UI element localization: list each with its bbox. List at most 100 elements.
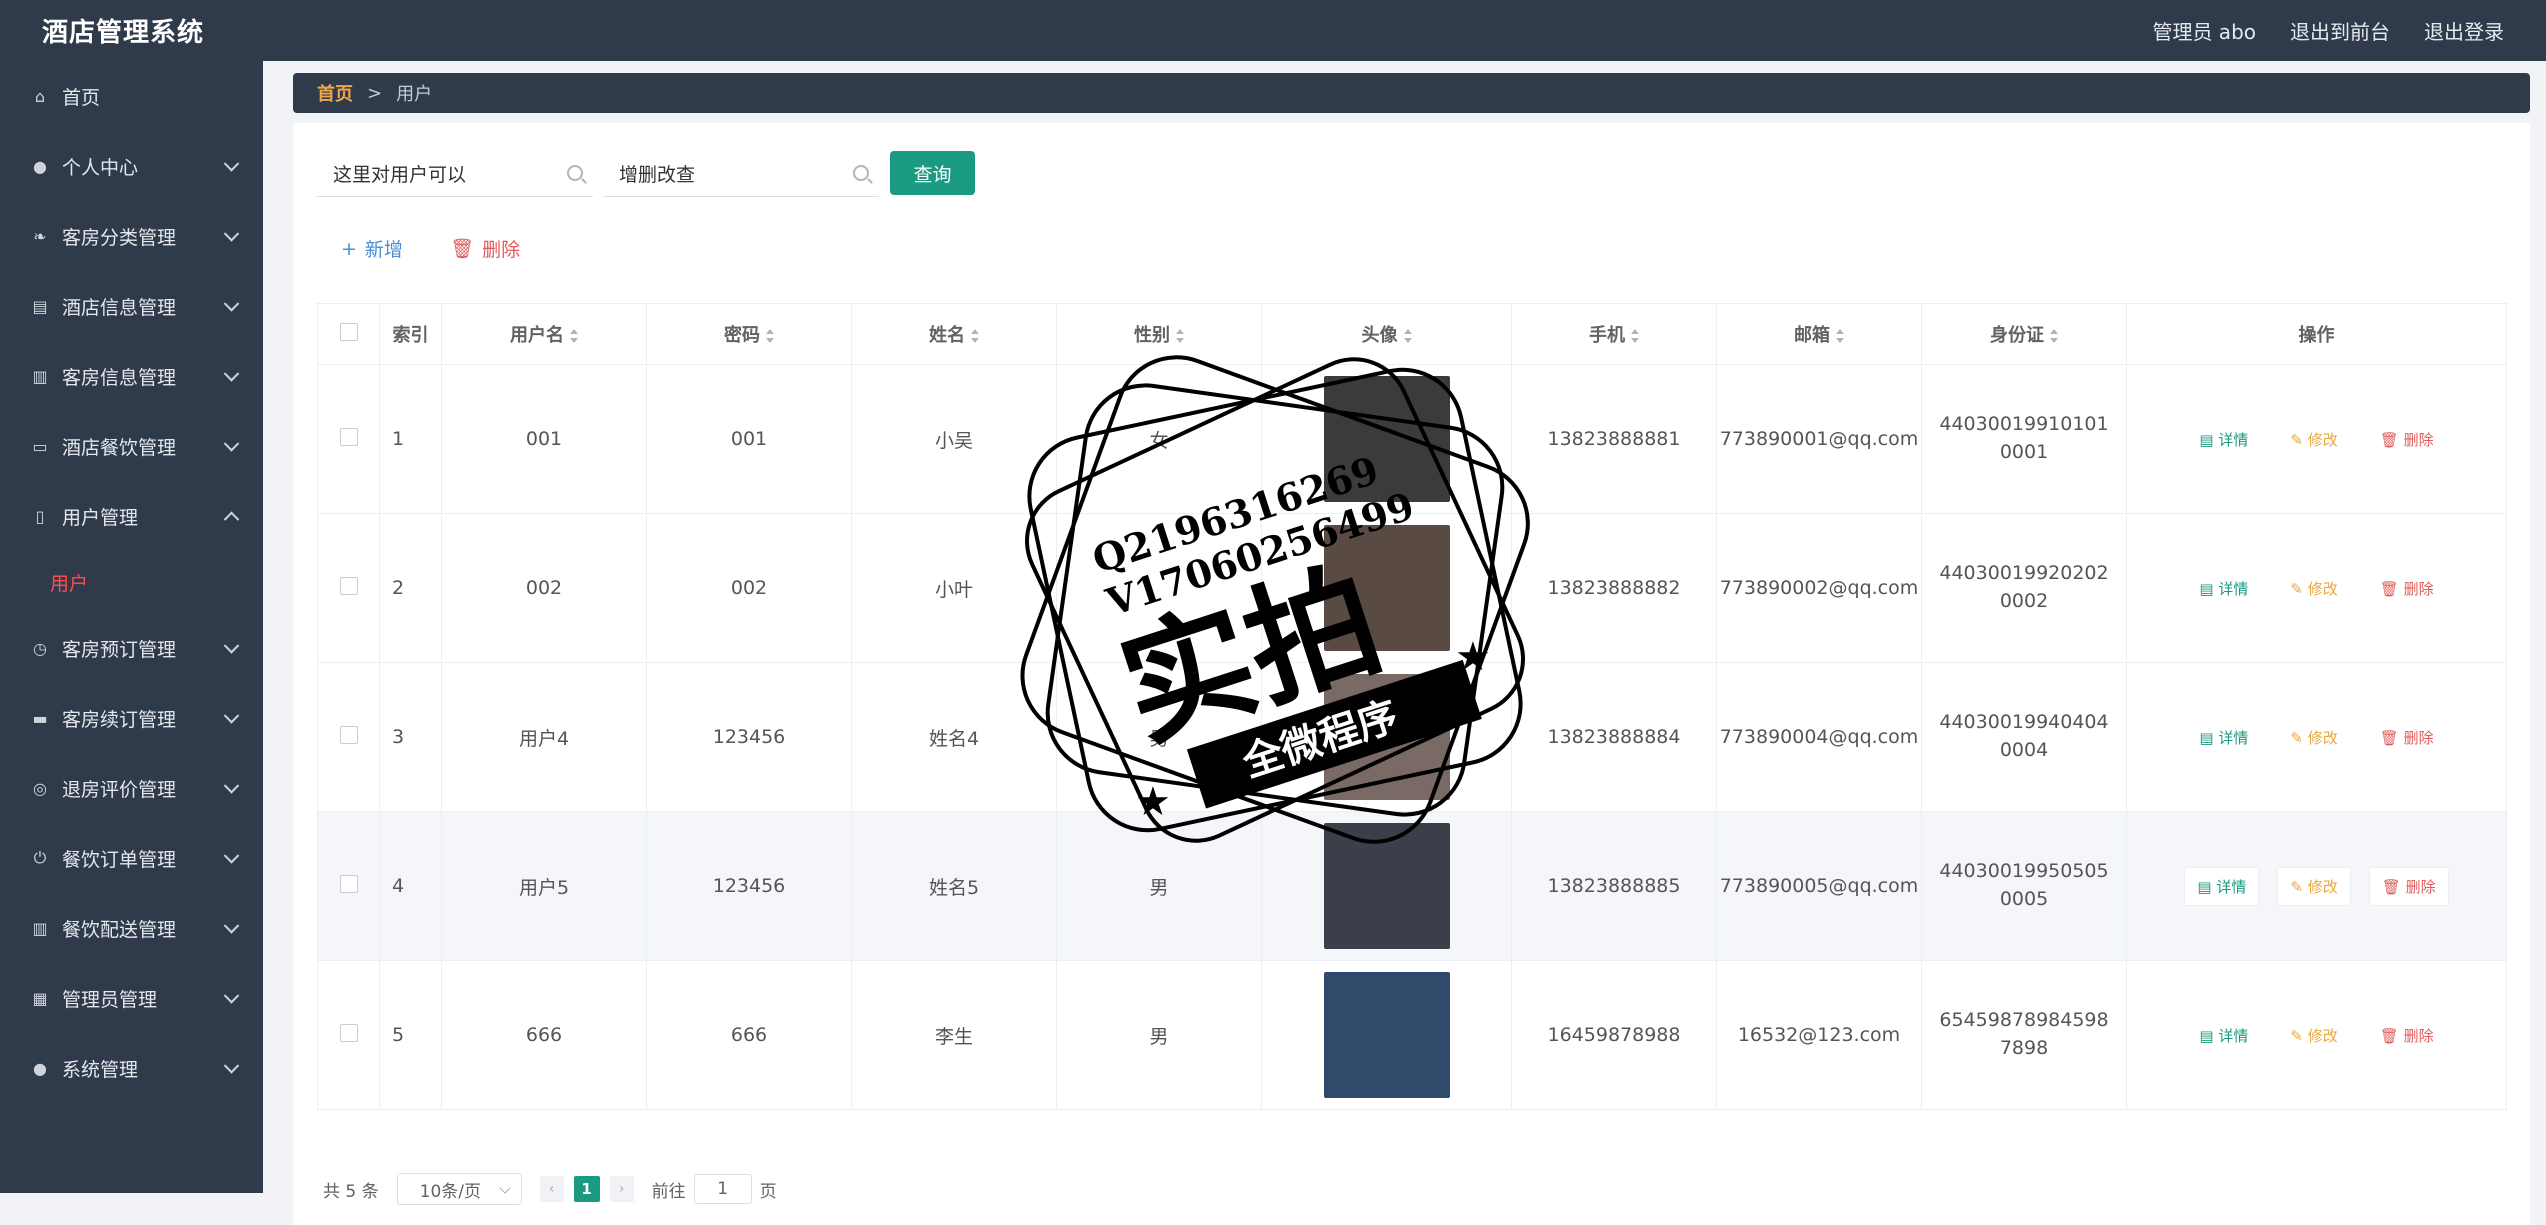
sidebar-item-admin-management[interactable]: ▦ 管理员管理 <box>0 963 263 1033</box>
delete-button[interactable]: 🗑 删除 <box>2368 866 2449 906</box>
breadcrumb-current: 用户 <box>396 84 433 105</box>
user-icon: ● <box>33 156 47 176</box>
edit-button[interactable]: ✎ 修改 <box>2277 866 2351 906</box>
chevron-down-icon <box>223 436 240 452</box>
sort-icon[interactable] <box>1176 329 1184 343</box>
add-button[interactable]: + 新增 <box>341 235 403 262</box>
sidebar-item-dining-orders[interactable]: ⏻ 餐饮订单管理 <box>0 823 263 893</box>
edit-button[interactable]: ✎ 修改 <box>2278 421 2349 458</box>
cell-actions: ▤ 详情 ✎ 修改 🗑 删除 <box>2126 513 2507 663</box>
next-page-button[interactable]: › <box>609 1176 634 1202</box>
row-checkbox[interactable] <box>339 1023 358 1042</box>
sort-icon[interactable] <box>1836 329 1844 343</box>
sidebar-item-hotel-info[interactable]: ▤ 酒店信息管理 <box>0 271 263 341</box>
logout-link[interactable]: 退出登录 <box>2424 16 2504 45</box>
col-gender[interactable]: 性别 <box>1056 303 1262 365</box>
detail-button[interactable]: ▤ 详情 <box>2187 719 2260 756</box>
batch-delete-button[interactable]: 🗑 删除 <box>450 235 520 262</box>
search-input-1[interactable]: 这里对用户可以 <box>317 151 593 197</box>
cell-email: 773890004@qq.com <box>1716 662 1922 812</box>
avatar[interactable] <box>1323 674 1450 800</box>
sidebar-item-dining[interactable]: ▭ 酒店餐饮管理 <box>0 411 263 481</box>
col-email[interactable]: 邮箱 <box>1716 303 1922 365</box>
sidebar-item-personal-center[interactable]: ● 个人中心 <box>0 131 263 201</box>
cell-password: 001 <box>646 364 852 514</box>
admin-user-label[interactable]: 管理员 abo <box>2152 16 2256 45</box>
sort-icon[interactable] <box>971 329 979 343</box>
sort-icon[interactable] <box>1403 329 1412 343</box>
sidebar-item-room-renewal[interactable]: ▬ 客房续订管理 <box>0 683 263 753</box>
sidebar-item-checkout-review[interactable]: ◎ 退房评价管理 <box>0 753 263 823</box>
sidebar-item-room-category[interactable]: ❧ 客房分类管理 <box>0 201 263 271</box>
col-password[interactable]: 密码 <box>646 303 852 365</box>
delete-button[interactable]: 🗑 删除 <box>2368 421 2446 458</box>
cell-actions: ▤ 详情 ✎ 修改 🗑 删除 <box>2126 960 2507 1110</box>
edit-button[interactable]: ✎ 修改 <box>2278 719 2349 756</box>
col-phone[interactable]: 手机 <box>1511 303 1717 365</box>
sort-icon[interactable] <box>766 329 774 343</box>
avatar[interactable] <box>1323 525 1450 651</box>
content-panel: 这里对用户可以 增删改查 查询 + 新增 🗑 删除 索引 用户名 密码 姓名 性… <box>293 123 2530 1225</box>
back-to-frontend-link[interactable]: 退出到前台 <box>2290 16 2390 45</box>
detail-button[interactable]: ▤ 详情 <box>2187 421 2260 458</box>
cell-avatar <box>1261 662 1512 812</box>
avatar[interactable] <box>1323 376 1450 502</box>
sidebar-item-dining-delivery[interactable]: ▥ 餐饮配送管理 <box>0 893 263 963</box>
cell-phone: 13823888884 <box>1511 662 1717 812</box>
sort-icon[interactable] <box>2050 329 2058 343</box>
cell-index: 2 <box>379 513 442 663</box>
page-nav: ‹ 1 › <box>539 1176 634 1202</box>
avatar[interactable] <box>1323 972 1450 1098</box>
edit-button[interactable]: ✎ 修改 <box>2278 1017 2349 1054</box>
sort-icon[interactable] <box>1631 329 1639 343</box>
page-number-current[interactable]: 1 <box>573 1176 600 1202</box>
delete-button[interactable]: 🗑 删除 <box>2368 570 2446 607</box>
cell-phone: 13823888881 <box>1511 364 1717 514</box>
search-input-2[interactable]: 增删改查 <box>603 151 879 197</box>
goto-page-input[interactable]: 1 <box>693 1174 752 1204</box>
submenu-item-users[interactable]: 用户 <box>0 551 263 613</box>
cell-avatar <box>1261 960 1512 1110</box>
select-all-checkbox[interactable] <box>339 322 358 341</box>
chevron-down-icon <box>223 366 240 382</box>
query-button[interactable]: 查询 <box>890 151 975 195</box>
cell-gender: 男 <box>1056 662 1262 812</box>
sidebar-item-home[interactable]: ⌂ 首页 <box>0 61 263 131</box>
detail-button[interactable]: ▤ 详情 <box>2187 1017 2260 1054</box>
row-checkbox[interactable] <box>339 576 358 595</box>
row-checkbox[interactable] <box>339 427 358 446</box>
col-avatar[interactable]: 头像 <box>1261 303 1512 365</box>
cell-idcard: 440300199404040004 <box>1921 662 2127 812</box>
cell-avatar <box>1261 811 1512 961</box>
col-username[interactable]: 用户名 <box>441 303 647 365</box>
col-index: 索引 <box>379 303 442 365</box>
table-row: 4 用户5 123456 姓名5 男 13823888885 773890005@qq.co… <box>317 811 2507 961</box>
sidebar-item-system[interactable]: ● 系统管理 <box>0 1033 263 1103</box>
sort-icon[interactable] <box>570 329 578 343</box>
detail-button[interactable]: ▤ 详情 <box>2184 866 2260 906</box>
sidebar-item-room-booking[interactable]: ◷ 客房预订管理 <box>0 613 263 683</box>
col-name[interactable]: 姓名 <box>851 303 1057 365</box>
home-icon: ⌂ <box>34 86 46 106</box>
trash-icon: 🗑 <box>450 238 475 260</box>
cell-email: 773890005@qq.com <box>1716 811 1922 961</box>
prev-page-button[interactable]: ‹ <box>539 1176 564 1202</box>
chevron-up-icon <box>223 511 240 528</box>
sidebar-item-room-info[interactable]: ▥ 客房信息管理 <box>0 341 263 411</box>
detail-button[interactable]: ▤ 详情 <box>2187 570 2260 607</box>
avatar[interactable] <box>1323 823 1450 949</box>
col-idcard[interactable]: 身份证 <box>1921 303 2127 365</box>
chevron-down-icon <box>223 1058 240 1074</box>
col-actions: 操作 <box>2126 303 2507 365</box>
cell-gender: 女 <box>1056 364 1262 514</box>
edit-button[interactable]: ✎ 修改 <box>2278 570 2349 607</box>
breadcrumb-home[interactable]: 首页 <box>317 80 353 106</box>
delete-button[interactable]: 🗑 删除 <box>2368 1017 2446 1054</box>
row-checkbox[interactable] <box>339 725 358 744</box>
page-size-select[interactable]: 10条/页 <box>396 1173 522 1205</box>
chevron-down-icon <box>223 988 240 1004</box>
sidebar-item-user-management[interactable]: ▯ 用户管理 <box>0 481 263 551</box>
row-checkbox[interactable] <box>339 874 358 893</box>
delete-button[interactable]: 🗑 删除 <box>2368 719 2446 756</box>
cell-name: 小吴 <box>851 364 1057 514</box>
